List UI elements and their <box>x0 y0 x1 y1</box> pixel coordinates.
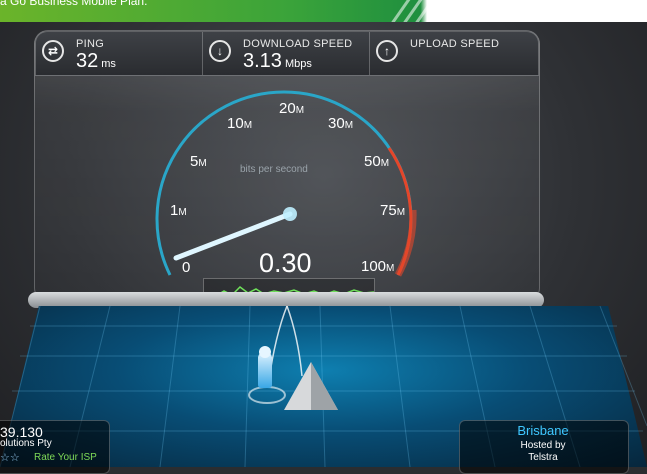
download-label: DOWNLOAD SPEED <box>243 38 353 50</box>
down-arrow-icon: ↓ <box>209 40 231 62</box>
download-number: 3.13 <box>243 50 282 72</box>
scale-num: 100 <box>361 258 387 275</box>
unit-caption: bits per second <box>240 164 308 175</box>
upload-label: UPLOAD SPEED <box>410 38 500 50</box>
scale-suffix: M <box>386 263 395 274</box>
client-marker-base <box>248 386 286 404</box>
scale-label-30: 30M <box>328 115 353 132</box>
rate-isp-link[interactable]: Rate Your ISP <box>34 452 97 463</box>
banner-white-area <box>440 0 647 22</box>
ping-unit: ms <box>101 58 116 70</box>
promo-banner[interactable]: a Go Business Mobile Plan. <box>0 0 647 22</box>
ping-value: 32 ms <box>76 50 116 73</box>
gauge-arc-red-glow <box>394 209 417 277</box>
needle-hub <box>283 207 297 221</box>
scale-suffix: M <box>295 105 305 116</box>
scale-suffix: M <box>344 120 354 131</box>
scale-label-75: 75M <box>380 202 405 219</box>
scale-suffix: M <box>243 120 253 131</box>
scale-num: 50 <box>364 153 381 170</box>
scale-label-1: 1M <box>170 202 187 219</box>
up-arrow-icon: ↑ <box>376 40 398 62</box>
scale-suffix: M <box>380 158 390 169</box>
scale-num: 30 <box>328 115 345 132</box>
scale-label-20: 20M <box>279 100 304 117</box>
server-pyramid-shade <box>311 362 338 410</box>
download-unit: Mbps <box>284 58 312 70</box>
ping-number: 32 <box>76 50 99 72</box>
host-name: Telstra <box>528 452 558 463</box>
scale-label-50: 50M <box>364 153 389 170</box>
swap-arrows-icon: ⇄ <box>42 40 64 62</box>
scale-num: 20 <box>279 100 296 117</box>
current-speed-reading: 0.30 <box>259 248 312 278</box>
scale-label-5: 5M <box>190 153 207 170</box>
scale-num: 0 <box>182 259 191 276</box>
scale-label-0: 0 <box>182 259 190 276</box>
banner-text: a Go Business Mobile Plan. <box>0 0 148 8</box>
scale-suffix: M <box>396 207 406 218</box>
ping-label: PING <box>76 38 105 50</box>
scale-label-10: 10M <box>227 115 252 132</box>
server-city[interactable]: Brisbane <box>459 423 627 438</box>
rating-stars-icon[interactable]: ☆☆ <box>0 451 20 464</box>
scale-num: 10 <box>227 115 244 132</box>
scale-suffix: M <box>178 207 187 218</box>
isp-name: olutions Pty <box>0 438 52 449</box>
scale-suffix: M <box>198 158 207 169</box>
client-person-head <box>259 346 271 358</box>
hosted-by-label: Hosted by <box>520 440 566 451</box>
scale-num: 75 <box>380 202 397 219</box>
scale-label-100: 100M <box>361 258 394 275</box>
